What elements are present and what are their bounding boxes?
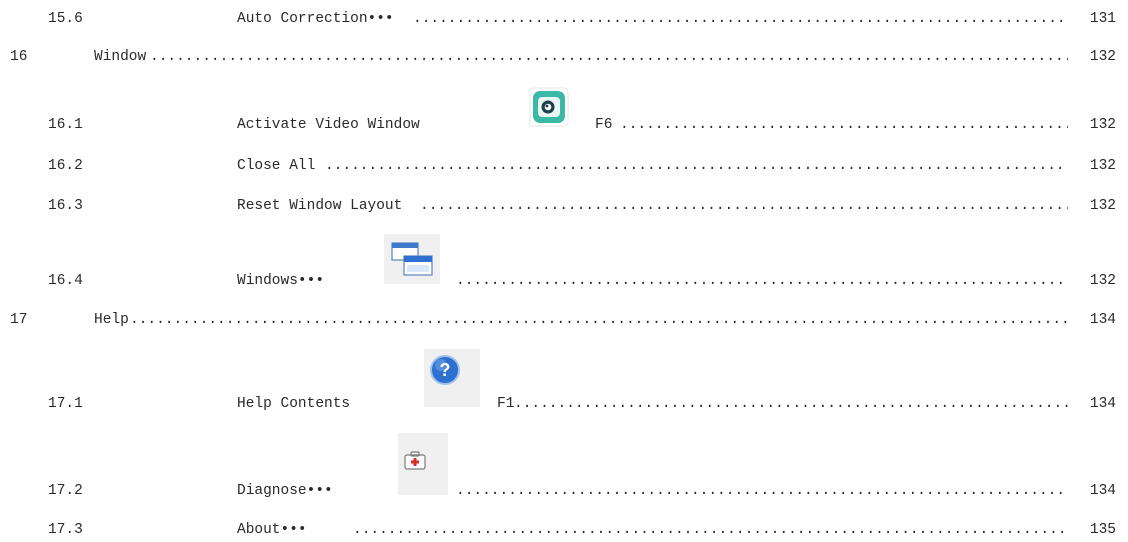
toc-entry-title: Auto Correction••• [237,11,394,27]
toc-entry-page: 134 [1089,483,1116,499]
toc-leader: ........................................… [413,11,1068,27]
toc-entry-number: 16.2 [48,158,83,174]
toc-entry-shortcut: F6 [595,117,613,133]
diagnose-icon [398,433,448,495]
windows-icon [384,234,440,284]
toc-entry-page: 131 [1089,11,1116,27]
toc-entry-page: 134 [1089,312,1116,328]
toc-leader: ........................................… [420,198,1068,214]
toc-entry-title: Reset Window Layout [237,198,403,214]
toc-entry-number: 15.6 [48,11,83,27]
toc-entry[interactable]: 17.2 Diagnose••• .......................… [0,481,1128,501]
toc-leader: ........................................… [325,158,1068,174]
toc-entry[interactable]: 17 Help ................................… [0,310,1128,330]
toc-entry-number: 16.3 [48,198,83,214]
toc-entry-number: 17.2 [48,483,83,499]
toc-entry[interactable]: 16.2 Close All .........................… [0,156,1128,176]
toc-leader: ........................................… [353,522,1068,538]
toc-entry-title: Close All [237,158,316,174]
toc-entry-page: 132 [1089,49,1116,65]
toc-entry[interactable]: 17.1 Help Contents F1 ..................… [0,394,1128,414]
toc-entry-shortcut: F1 [497,396,515,412]
toc-entry-page: 132 [1089,117,1116,133]
toc-entry-title: Activate Video Window [237,117,420,133]
toc-entry[interactable]: 17.3 About••• ..........................… [0,520,1128,540]
toc-entry-title: Window [94,49,147,65]
toc-entry-title: Diagnose••• [237,483,333,499]
toc-leader: ........................................… [456,273,1068,289]
svg-text:?: ? [440,360,451,380]
toc-entry-number: 17 [10,312,28,328]
toc-entry[interactable]: 16.3 Reset Window Layout ...............… [0,196,1128,216]
toc-entry-page: 132 [1089,198,1116,214]
toc-entry-title: Windows••• [237,273,325,289]
toc-leader: ........................................… [150,49,1068,65]
toc-leader: ........................................… [456,483,1068,499]
toc-entry-title: Help Contents [237,396,351,412]
toc-entry[interactable]: 16 Window ..............................… [0,47,1128,67]
toc-entry-title: Help [94,312,129,328]
toc-leader: ........................................… [130,312,1068,328]
toc-leader: ........................................… [620,117,1068,133]
help-icon: ? [424,349,480,407]
toc-entry-number: 17.3 [48,522,83,538]
toc-entry[interactable]: 15.6 Auto Correction••• ................… [0,9,1128,29]
toc-entry-number: 17.1 [48,396,83,412]
toc-entry-number: 16.1 [48,117,83,133]
toc-entry[interactable]: 16.4 Windows••• ........................… [0,271,1128,291]
toc-entry-page: 134 [1089,396,1116,412]
toc-entry-page: 132 [1089,158,1116,174]
toc-entry-number: 16.4 [48,273,83,289]
toc-entry-page: 132 [1089,273,1116,289]
video-window-icon [529,87,569,127]
toc-entry-number: 16 [10,49,28,65]
toc-entry-page: 135 [1089,522,1116,538]
toc-entry-title: About••• [237,522,307,538]
toc-leader: ........................................… [514,396,1068,412]
